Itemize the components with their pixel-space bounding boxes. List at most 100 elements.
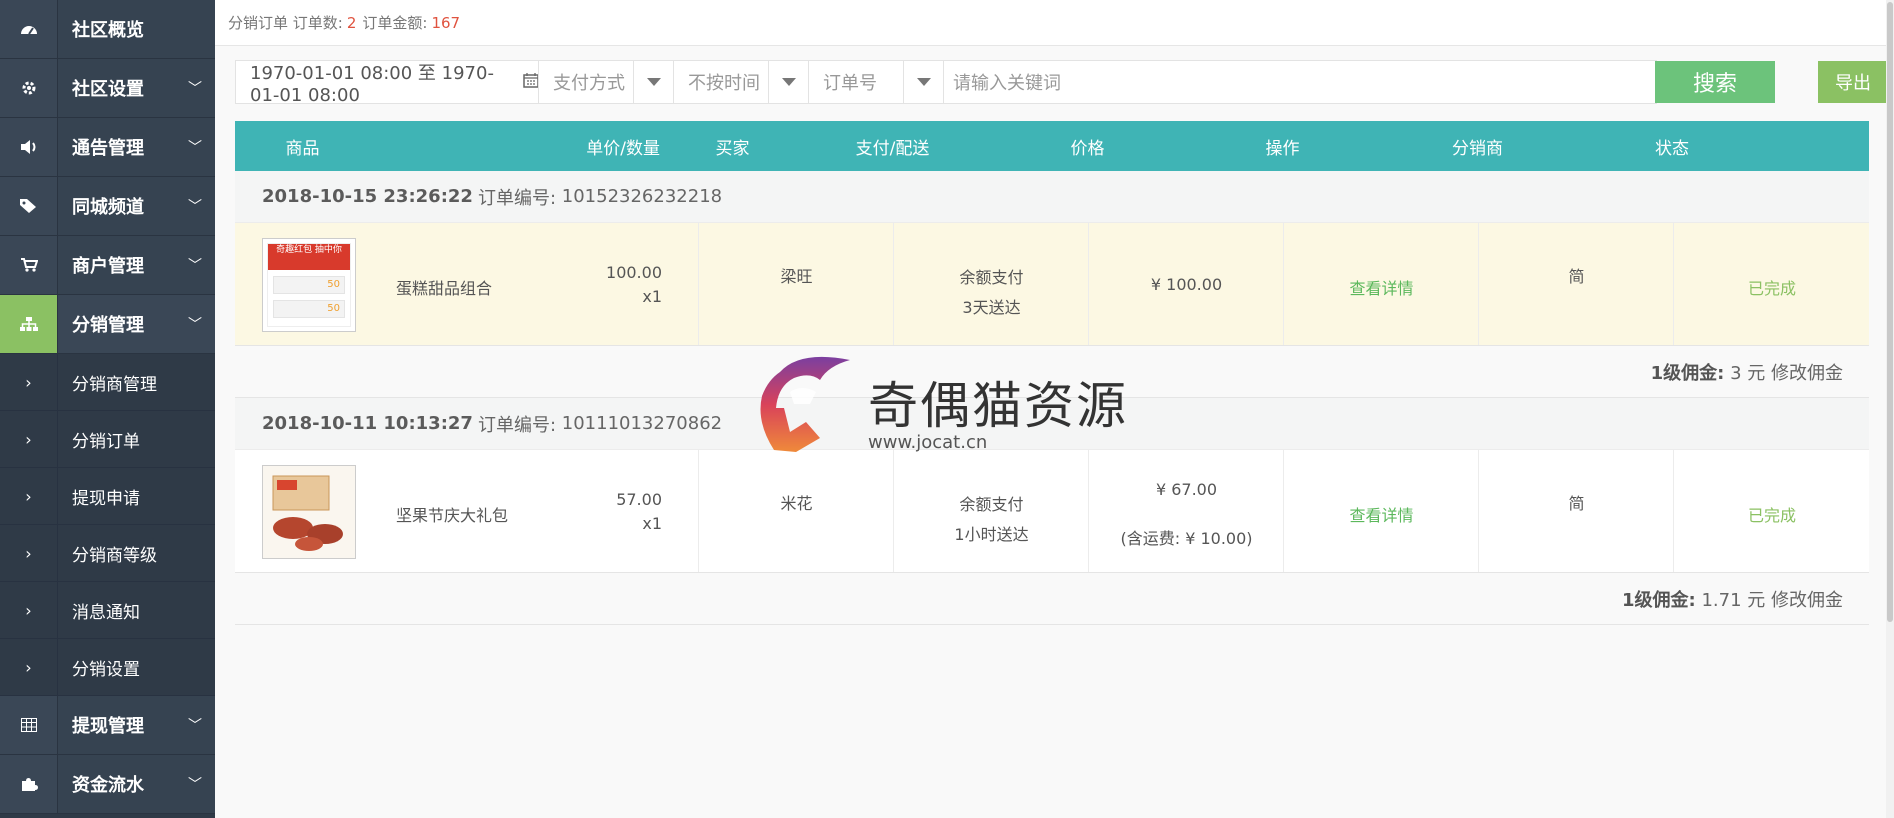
col-product: 商品 [285,138,320,159]
time-dropdown-toggle[interactable] [768,60,809,104]
product-thumbnail[interactable] [262,465,356,559]
sitemap-icon [0,295,58,353]
sub-label: 分销订单 [72,431,140,452]
order-amount-label: 订单金额: [362,14,428,32]
buyer-cell: 梁旺 [698,223,893,345]
view-details-link[interactable]: 查看详情 [1284,502,1479,526]
edit-commission-link[interactable]: 修改佣金 [1771,586,1843,612]
commission-row: 1级佣金: 1.71 元 修改佣金 [235,573,1869,625]
payment-method: 余额支付 [959,268,1024,287]
sub-item-distribution-orders[interactable]: › 分销订单 [0,411,215,468]
nav-label: 资金流水 [72,775,144,796]
order-header: 2018-10-11 10:13:27 订单编号: 10111013270862 [235,398,1869,450]
nav-item-community-settings[interactable]: 社区设置 ﹀ [0,59,215,118]
table-header: 商品 单价/数量 买家 支付/配送 价格 操作 分销商 状态 [235,121,1869,171]
payment-dropdown-toggle[interactable] [633,60,674,104]
sub-label: 分销设置 [72,659,140,680]
nav-item-withdraw-management[interactable]: 提现管理 ﹀ [0,696,215,755]
time-filter-value: 不按时间 [688,73,760,94]
table-row: 坚果节庆大礼包 57.00 x1 米花 余额支付 1小时送达 ¥ 67.00 (… [235,450,1869,573]
order-no: 10152326232218 [561,186,723,207]
quantity: x1 [642,287,662,306]
order-no-label: 订单编号: [477,414,557,436]
sub-item-distributor-management[interactable]: › 分销商管理 [0,354,215,411]
view-details-link[interactable]: 查看详情 [1284,275,1479,299]
search-field-select[interactable]: 订单号 [808,60,904,104]
chevron-right-icon: › [0,525,58,581]
payment-method-select[interactable]: 支付方式 [538,60,634,104]
chevron-down-icon: ﹀ [188,317,202,333]
distributor-name: 简 [1568,494,1585,513]
col-distributor: 分销商 [1452,138,1503,159]
caret-down-icon [916,78,931,86]
sub-item-withdraw-requests[interactable]: › 提现申请 [0,468,215,525]
date-range-picker[interactable]: 1970-01-01 08:00 至 1970-01-01 08:00 [235,60,540,106]
commission-row: 1级佣金: 3 元 修改佣金 [235,346,1869,398]
chevron-right-icon: › [0,582,58,638]
nav-label: 通告管理 [72,138,144,159]
sub-item-distribution-settings[interactable]: › 分销设置 [0,639,215,696]
field-dropdown-toggle[interactable] [903,60,944,104]
nav-item-notice-management[interactable]: 通告管理 ﹀ [0,118,215,177]
delivery-time: 1小时送达 [954,525,1029,544]
order-price: ¥ 67.00 [1155,480,1218,499]
nav-item-merchant-management[interactable]: 商户管理 ﹀ [0,236,215,295]
sub-label: 分销商管理 [72,374,157,395]
commission-label: 1级佣金: [1621,589,1696,611]
main-content: 分销订单 订单数: 2 订单金额: 167 1970-01-01 08:00 至… [215,0,1894,818]
status-badge: 已完成 [1747,279,1796,298]
product-name: 蛋糕甜品组合 [396,279,493,298]
dashboard-icon [0,0,58,58]
sidebar: 社区概览 社区设置 ﹀ 通告管理 ﹀ 同城频道 ﹀ 商户管理 ﹀ 分销管理 ﹀ [0,0,215,818]
gear-icon [0,59,58,117]
col-price-qty: 单价/数量 [586,138,660,159]
chevron-right-icon: › [0,468,58,524]
scrollbar-thumb[interactable] [1887,2,1893,622]
nav-item-fund-flow[interactable]: 资金流水 ﹀ [0,755,215,814]
chevron-right-icon: › [0,411,58,467]
sub-item-distributor-levels[interactable]: › 分销商等级 [0,525,215,582]
buyer-name: 米花 [780,494,813,513]
distributor-name: 简 [1568,267,1585,286]
order-header: 2018-10-15 23:26:22 订单编号: 10152326232218 [235,171,1869,223]
col-buyer: 买家 [715,138,750,159]
edit-commission-link[interactable]: 修改佣金 [1771,359,1843,385]
search-button[interactable]: 搜索 [1655,61,1775,103]
order-date: 2018-10-11 10:13:27 [262,413,473,434]
nav-label: 提现管理 [72,716,144,737]
product-name: 坚果节庆大礼包 [396,506,509,525]
sub-item-notifications[interactable]: › 消息通知 [0,582,215,639]
time-filter-select[interactable]: 不按时间 [673,60,769,104]
chevron-right-icon: › [0,354,58,410]
status-cell: 已完成 [1673,450,1869,572]
nav-item-community-overview[interactable]: 社区概览 [0,0,215,59]
nav-label: 商户管理 [72,256,144,277]
payment-method-value: 支付方式 [553,73,625,94]
price-cell: ¥ 100.00 [1088,223,1283,345]
order-summary-bar: 分销订单 订单数: 2 订单金额: 167 [215,0,1894,46]
nav-item-city-channel[interactable]: 同城频道 ﹀ [0,177,215,236]
filter-bar: 1970-01-01 08:00 至 1970-01-01 08:00 支付方式… [235,60,1889,106]
col-action: 操作 [1265,138,1300,159]
delivery-time: 3天送达 [962,298,1021,317]
nav-item-distribution-management[interactable]: 分销管理 ﹀ [0,295,215,354]
status-cell: 已完成 [1673,223,1869,345]
product-thumbnail[interactable]: 奇趣红包 抽中你 50 50 [262,238,356,332]
thumbnail-banner: 奇趣红包 抽中你 [268,244,350,270]
keyword-input[interactable]: 请输入关键词 [943,60,1657,104]
price-cell: ¥ 67.00 (含运费: ¥ 10.00) [1088,450,1283,572]
sub-label: 消息通知 [72,602,140,623]
unit-price: 57.00 [616,490,662,509]
commission-label: 1级佣金: [1650,362,1725,384]
vertical-scrollbar[interactable] [1886,0,1894,818]
nav-label: 分销管理 [72,315,144,336]
nav-label: 社区设置 [72,79,144,100]
order-amount: 167 [431,13,461,32]
payment-method: 余额支付 [959,495,1024,514]
export-button[interactable]: 导出 [1818,61,1888,103]
col-status: 状态 [1655,138,1689,159]
chevron-right-icon: › [0,639,58,695]
chevron-down-icon: ﹀ [188,140,202,156]
nav-label: 社区概览 [72,20,144,41]
date-range-value: 1970-01-01 08:00 至 1970-01-01 08:00 [250,62,494,106]
